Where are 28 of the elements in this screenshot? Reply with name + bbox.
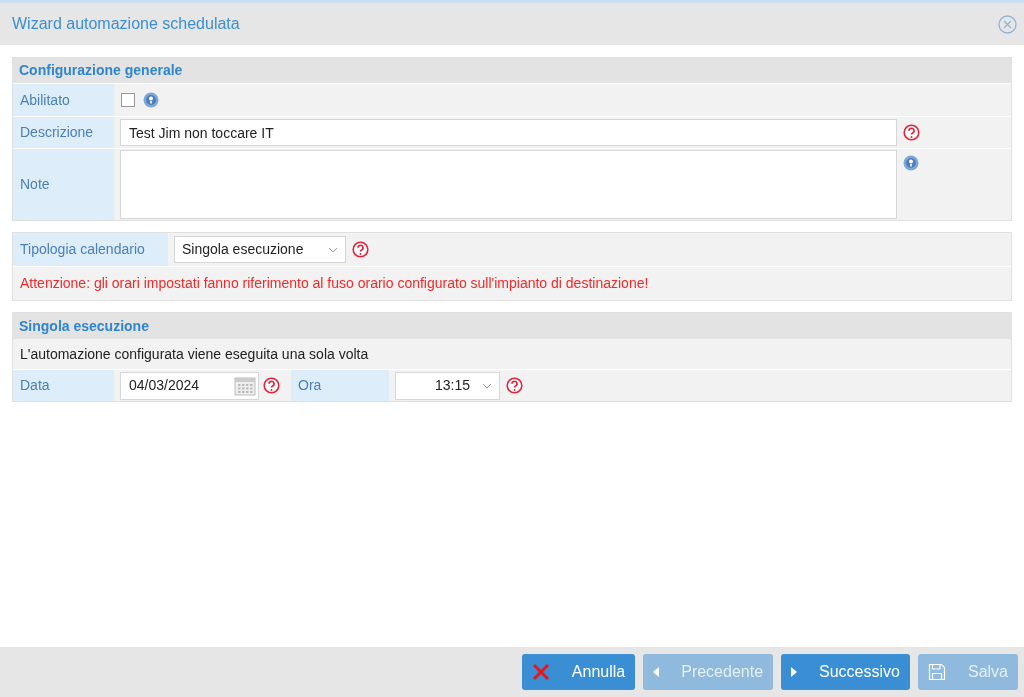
warning-text: Attenzione: gli orari impostati fanno riferimento al fuso orario configurato sull'impianto di destinazione! (20, 274, 649, 293)
triangle-left-icon (653, 667, 660, 677)
date-field[interactable]: 04/03/2024 (120, 371, 259, 400)
required-help-icon[interactable] (352, 241, 369, 258)
description-text: L'automazione configurata viene eseguita una sola volta (20, 344, 369, 364)
input-field[interactable]: Test Jim non toccare IT (120, 119, 897, 146)
help-icon[interactable] (143, 92, 159, 108)
caret-icon (482, 382, 492, 389)
section-header: Singola esecuzione (13, 313, 1011, 339)
help-icon[interactable] (903, 155, 919, 171)
checkbox[interactable] (121, 93, 135, 107)
calendar-type-dropdown[interactable]: Singola esecuzione (174, 236, 346, 263)
caret-icon (328, 246, 338, 253)
required-help-icon[interactable] (903, 124, 920, 141)
notes-field[interactable] (120, 150, 897, 219)
window-title: Wizard automazione schedulata (12, 14, 240, 34)
required-help-icon[interactable] (263, 377, 280, 394)
triangle-right-icon (791, 667, 798, 677)
field-label: Note (13, 149, 114, 220)
time-dropdown[interactable]: 13:15 (395, 371, 500, 400)
close-icon (531, 663, 550, 681)
field-label: Descrizione (13, 117, 114, 148)
required-help-icon[interactable] (506, 377, 523, 394)
field-label: Abilitato (13, 84, 114, 116)
field-label: Data (13, 370, 114, 401)
field-label: Ora (291, 370, 389, 401)
field-label: Tipologia calendario (13, 233, 168, 266)
section-header: Configurazione generale (13, 58, 1011, 83)
